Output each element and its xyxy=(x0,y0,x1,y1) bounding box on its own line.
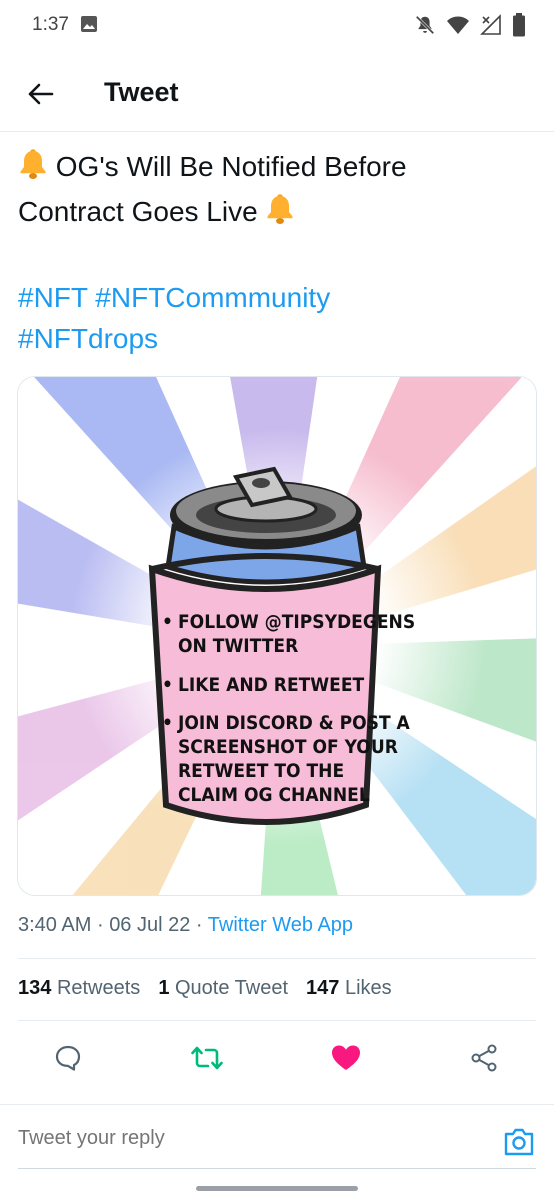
no-signal-icon xyxy=(480,14,502,41)
retweets-count: 134 xyxy=(18,977,52,999)
camera-icon xyxy=(504,1128,534,1156)
app-header: Tweet xyxy=(0,56,554,132)
hashtag-nft[interactable]: #NFT xyxy=(18,282,88,313)
like-icon xyxy=(332,1045,360,1070)
arrow-left-icon xyxy=(28,83,54,105)
tweet-line-1-text: OG's Will Be Notified Before xyxy=(55,151,407,182)
label-line-7: CLAIM OG CHANNEL xyxy=(178,784,370,806)
label-line-6: RETWEET TO THE xyxy=(178,760,344,782)
retweets-stat[interactable]: 134 Retweets xyxy=(18,977,140,1000)
page-title: Tweet xyxy=(104,77,179,107)
reply-input[interactable] xyxy=(18,1127,458,1150)
quotes-count: 1 xyxy=(158,977,170,999)
status-time: 1:37 xyxy=(32,14,69,35)
quotes-stat[interactable]: 1 Quote Tweet xyxy=(158,977,288,1000)
label-line-2: ON TWITTER xyxy=(178,635,298,657)
tweet-line-2: Contract Goes Live xyxy=(18,191,538,236)
tweet-actions xyxy=(0,1036,554,1080)
likes-label: Likes xyxy=(344,977,392,999)
home-indicator[interactable] xyxy=(196,1186,358,1191)
reply-icon xyxy=(55,1045,81,1071)
share-button[interactable] xyxy=(466,1040,502,1076)
battery-icon xyxy=(512,13,526,42)
can-illustration: • FOLLOW @TIPSYDEGENS ON TWITTER • LIKE … xyxy=(18,377,536,895)
tweet-date: 06 Jul 22 xyxy=(109,914,191,936)
back-button[interactable] xyxy=(22,76,58,112)
divider xyxy=(18,958,536,959)
quotes-label: Quote Tweet xyxy=(175,977,289,999)
wifi-icon xyxy=(446,14,470,41)
tweet-source-link[interactable]: Twitter Web App xyxy=(208,914,353,936)
retweet-icon xyxy=(191,1046,223,1070)
label-line-3: LIKE AND RETWEET xyxy=(178,674,365,696)
meta-separator: · xyxy=(96,914,104,936)
like-button[interactable] xyxy=(328,1040,364,1076)
tweet-text: OG's Will Be Notified Before Contract Go… xyxy=(18,146,538,359)
image-icon xyxy=(80,15,98,38)
label-bullet: • xyxy=(162,712,173,734)
hashtag-nftcommunity[interactable]: #NFTCommmunity xyxy=(95,282,330,313)
reply-button[interactable] xyxy=(50,1040,86,1076)
meta-separator: · xyxy=(195,914,203,936)
tweet-meta: 3:40 AM · 06 Jul 22 · Twitter Web App xyxy=(18,914,353,937)
hashtag-nftdrops[interactable]: #NFTdrops xyxy=(18,323,158,354)
hashtag-line-1: #NFT #NFTCommmunity xyxy=(18,277,538,318)
bell-emoji-icon xyxy=(18,148,48,191)
camera-button[interactable] xyxy=(502,1125,536,1159)
bell-off-icon xyxy=(414,14,436,41)
tweet-time: 3:40 AM xyxy=(18,914,92,936)
tweet-stats: 134 Retweets 1 Quote Tweet 147 Likes xyxy=(18,977,392,1000)
hashtag-line-2: #NFTdrops xyxy=(18,318,538,359)
divider xyxy=(18,1020,536,1021)
likes-count: 147 xyxy=(306,977,340,999)
bell-emoji-icon xyxy=(265,193,295,236)
label-bullet: • xyxy=(162,611,173,633)
likes-stat[interactable]: 147 Likes xyxy=(306,977,392,1000)
tweet-line-1: OG's Will Be Notified Before xyxy=(18,146,538,191)
reply-underline xyxy=(18,1168,536,1169)
share-icon xyxy=(471,1044,497,1072)
tweet-line-2-text: Contract Goes Live xyxy=(18,196,258,227)
label-bullet: • xyxy=(162,674,173,696)
label-line-4: JOIN DISCORD & POST A xyxy=(177,712,411,734)
retweets-label: Retweets xyxy=(56,977,141,999)
label-line-5: SCREENSHOT OF YOUR xyxy=(178,736,398,758)
reply-bar xyxy=(0,1104,554,1174)
tweet-media-image[interactable]: • FOLLOW @TIPSYDEGENS ON TWITTER • LIKE … xyxy=(17,376,537,896)
retweet-button[interactable] xyxy=(189,1040,225,1076)
status-bar: 1:37 xyxy=(0,0,554,52)
status-icons xyxy=(414,13,526,42)
label-line-1: FOLLOW @TIPSYDEGENS xyxy=(178,611,415,633)
